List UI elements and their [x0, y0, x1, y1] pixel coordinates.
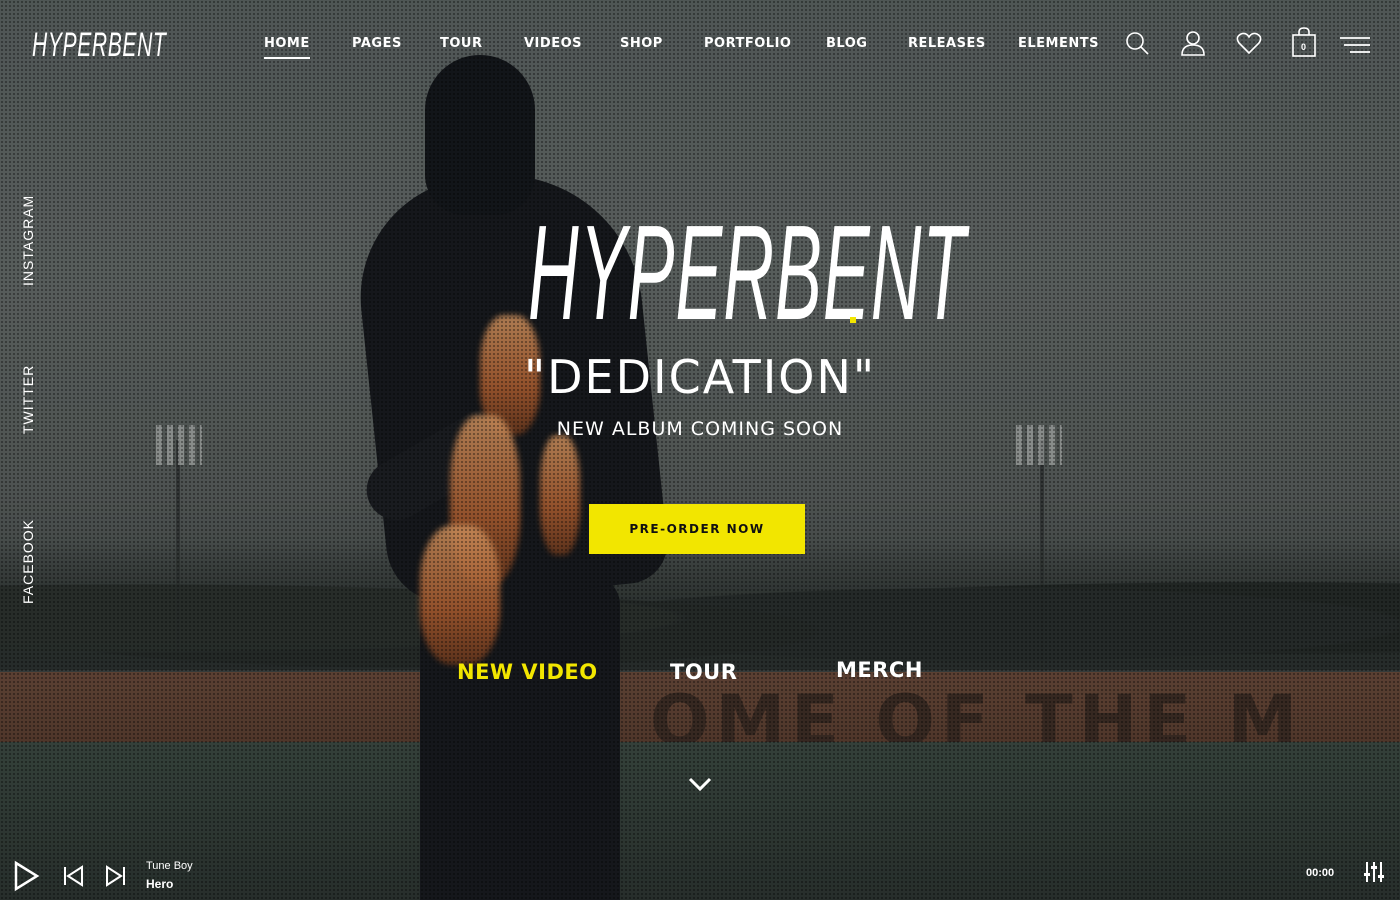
site-logo[interactable]: HYPERBENT	[32, 26, 166, 65]
nav-elements[interactable]: ELEMENTS	[1018, 36, 1099, 51]
previous-track-icon[interactable]	[62, 864, 86, 893]
link-new-video[interactable]: NEW VIDEO	[457, 660, 598, 684]
nav-videos[interactable]: VIDEOS	[524, 36, 582, 51]
track-title: Hero	[146, 877, 174, 891]
menu-icon[interactable]	[1340, 36, 1372, 64]
pre-order-button[interactable]: PRE-ORDER NOW	[589, 504, 805, 554]
shopping-bag-icon[interactable]: 0	[1291, 26, 1319, 57]
social-facebook[interactable]: FACEBOOK	[20, 519, 36, 604]
track-time: 00:00	[1306, 867, 1335, 879]
hero-title-text: HYPERBENT	[528, 197, 967, 348]
link-merch[interactable]: MERCH	[836, 658, 923, 682]
nav-tour[interactable]: TOUR	[440, 36, 483, 51]
chevron-down-icon[interactable]	[688, 772, 712, 796]
hero-background-image: OME OF THE M	[0, 0, 1400, 900]
nav-home[interactable]: HOME	[264, 36, 310, 59]
play-icon[interactable]	[12, 860, 40, 897]
cart-count: 0	[1301, 42, 1307, 52]
nav-pages[interactable]: PAGES	[352, 36, 402, 51]
track-artist: Tune Boy	[146, 860, 193, 872]
nav-portfolio[interactable]: PORTFOLIO	[704, 36, 791, 51]
heart-icon[interactable]	[1236, 30, 1264, 58]
album-tagline: NEW ALBUM COMING SOON	[556, 418, 844, 440]
equalizer-icon[interactable]	[1364, 861, 1384, 888]
user-icon[interactable]	[1180, 30, 1208, 58]
link-tour[interactable]: TOUR	[670, 660, 737, 684]
nav-shop[interactable]: SHOP	[620, 36, 663, 51]
nav-releases[interactable]: RELEASES	[908, 36, 986, 51]
social-instagram[interactable]: INSTAGRAM	[20, 195, 36, 286]
search-icon[interactable]	[1124, 30, 1152, 58]
hero-title: HYPERBENT	[528, 205, 965, 340]
title-accent-dot	[850, 317, 856, 323]
next-track-icon[interactable]	[103, 864, 127, 893]
album-title: "DEDICATION"	[523, 350, 877, 404]
nav-blog[interactable]: BLOG	[826, 36, 867, 51]
